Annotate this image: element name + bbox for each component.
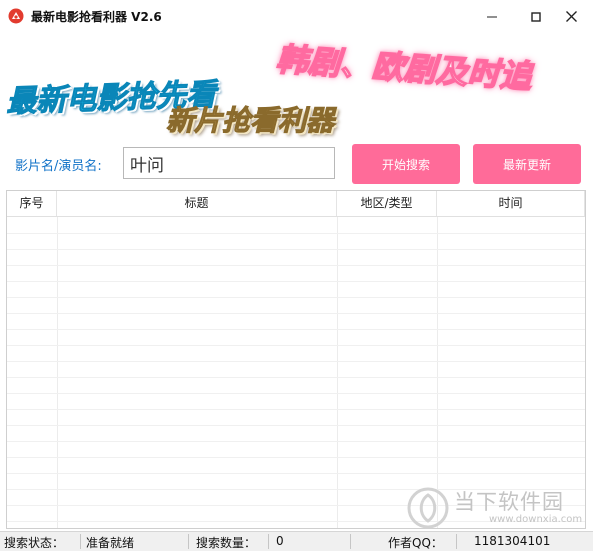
- search-input[interactable]: [123, 147, 335, 179]
- start-search-button[interactable]: 开始搜索: [352, 144, 460, 184]
- maximize-icon: [531, 11, 541, 22]
- watermark-logo: [407, 487, 449, 529]
- app-icon: [8, 8, 24, 24]
- table-header: 序号 标题 地区/类型 时间: [7, 191, 585, 217]
- row-divider: [7, 265, 585, 266]
- column-header-time[interactable]: 时间: [437, 191, 585, 216]
- status-count-label: 搜索数量：: [196, 536, 257, 550]
- row-divider: [7, 409, 585, 410]
- banner-line-2: 韩剧、欧剧及时追: [274, 39, 534, 96]
- status-separator: [268, 534, 269, 549]
- results-table[interactable]: 序号 标题 地区/类型 时间: [6, 190, 586, 529]
- row-divider: [7, 473, 585, 474]
- maximize-button[interactable]: [520, 0, 552, 33]
- minimize-button[interactable]: [476, 0, 508, 33]
- row-divider: [7, 457, 585, 458]
- promo-banner: 最新电影抢先看 韩剧、欧剧及时追 新片抢看利器: [0, 33, 593, 138]
- status-count-value: 0: [276, 534, 284, 548]
- column-header-title[interactable]: 标题: [57, 191, 337, 216]
- status-separator: [350, 534, 351, 549]
- watermark-url: www.downxia.com: [489, 514, 583, 525]
- row-divider: [7, 329, 585, 330]
- column-divider: [437, 217, 438, 528]
- row-divider: [7, 249, 585, 250]
- row-divider: [7, 281, 585, 282]
- row-divider: [7, 361, 585, 362]
- close-button[interactable]: [555, 0, 587, 33]
- row-divider: [7, 233, 585, 234]
- row-divider: [7, 441, 585, 442]
- row-divider: [7, 393, 585, 394]
- status-separator: [188, 534, 189, 549]
- status-author-value: 1181304101: [474, 534, 551, 548]
- watermark-name: 当下软件园: [454, 490, 564, 514]
- window-title: 最新电影抢看利器 V2.6: [31, 10, 162, 24]
- column-header-index[interactable]: 序号: [7, 191, 57, 216]
- row-divider: [7, 297, 585, 298]
- column-divider: [337, 217, 338, 528]
- latest-update-button[interactable]: 最新更新: [473, 144, 581, 184]
- status-separator: [456, 534, 457, 549]
- status-separator: [80, 534, 81, 549]
- search-label: 影片名/演员名:: [15, 159, 102, 174]
- status-state-value: 准备就绪: [86, 536, 135, 550]
- close-icon: [565, 11, 577, 22]
- status-author-label: 作者QQ：: [388, 536, 443, 550]
- row-divider: [7, 377, 585, 378]
- status-state-label: 搜索状态：: [4, 536, 65, 550]
- table-body[interactable]: [7, 217, 585, 528]
- status-bar: 搜索状态： 准备就绪 搜索数量： 0 作者QQ： 1181304101: [0, 531, 593, 551]
- column-divider: [57, 217, 58, 528]
- banner-line-3: 新片抢看利器: [165, 104, 335, 138]
- row-divider: [7, 313, 585, 314]
- column-header-region-type[interactable]: 地区/类型: [337, 191, 437, 216]
- minimize-icon: [487, 16, 497, 17]
- row-divider: [7, 345, 585, 346]
- row-divider: [7, 425, 585, 426]
- title-bar: 最新电影抢看利器 V2.6: [0, 0, 593, 34]
